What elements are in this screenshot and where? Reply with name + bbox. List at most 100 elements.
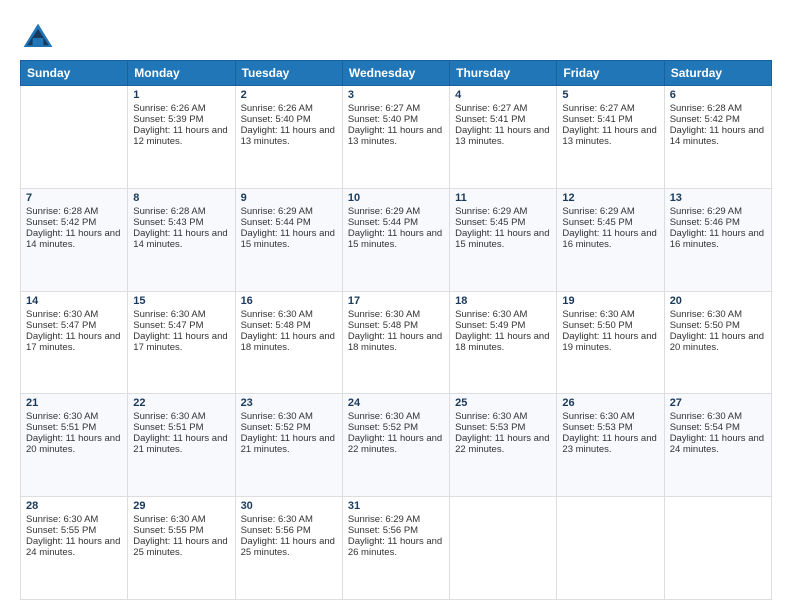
daylight-text: Daylight: 11 hours and 15 minutes. bbox=[348, 228, 444, 250]
sunset-text: Sunset: 5:44 PM bbox=[348, 217, 444, 228]
day-number: 22 bbox=[133, 397, 229, 409]
day-number: 26 bbox=[562, 397, 658, 409]
daylight-text: Daylight: 11 hours and 13 minutes. bbox=[241, 125, 337, 147]
sunrise-text: Sunrise: 6:28 AM bbox=[26, 206, 122, 217]
daylight-text: Daylight: 11 hours and 18 minutes. bbox=[455, 331, 551, 353]
daylight-text: Daylight: 11 hours and 21 minutes. bbox=[133, 433, 229, 455]
day-number: 6 bbox=[670, 89, 766, 101]
daylight-text: Daylight: 11 hours and 13 minutes. bbox=[562, 125, 658, 147]
calendar-day-cell: 10Sunrise: 6:29 AMSunset: 5:44 PMDayligh… bbox=[342, 188, 449, 291]
daylight-text: Daylight: 11 hours and 13 minutes. bbox=[455, 125, 551, 147]
day-number: 5 bbox=[562, 89, 658, 101]
calendar-day-cell: 1Sunrise: 6:26 AMSunset: 5:39 PMDaylight… bbox=[128, 86, 235, 189]
calendar-day-cell: 17Sunrise: 6:30 AMSunset: 5:48 PMDayligh… bbox=[342, 291, 449, 394]
sunrise-text: Sunrise: 6:30 AM bbox=[241, 309, 337, 320]
calendar-day-cell: 31Sunrise: 6:29 AMSunset: 5:56 PMDayligh… bbox=[342, 497, 449, 600]
calendar-day-cell: 23Sunrise: 6:30 AMSunset: 5:52 PMDayligh… bbox=[235, 394, 342, 497]
calendar-day-cell: 6Sunrise: 6:28 AMSunset: 5:42 PMDaylight… bbox=[664, 86, 771, 189]
day-number: 27 bbox=[670, 397, 766, 409]
sunrise-text: Sunrise: 6:29 AM bbox=[348, 514, 444, 525]
sunset-text: Sunset: 5:48 PM bbox=[348, 320, 444, 331]
daylight-text: Daylight: 11 hours and 23 minutes. bbox=[562, 433, 658, 455]
weekday-header-cell: Friday bbox=[557, 61, 664, 86]
day-number: 16 bbox=[241, 295, 337, 307]
calendar-day-cell bbox=[450, 497, 557, 600]
weekday-header-cell: Sunday bbox=[21, 61, 128, 86]
calendar-week-row: 14Sunrise: 6:30 AMSunset: 5:47 PMDayligh… bbox=[21, 291, 772, 394]
sunset-text: Sunset: 5:53 PM bbox=[455, 422, 551, 433]
calendar-day-cell: 14Sunrise: 6:30 AMSunset: 5:47 PMDayligh… bbox=[21, 291, 128, 394]
calendar-day-cell: 24Sunrise: 6:30 AMSunset: 5:52 PMDayligh… bbox=[342, 394, 449, 497]
sunrise-text: Sunrise: 6:30 AM bbox=[348, 411, 444, 422]
calendar-day-cell: 11Sunrise: 6:29 AMSunset: 5:45 PMDayligh… bbox=[450, 188, 557, 291]
day-number: 15 bbox=[133, 295, 229, 307]
sunrise-text: Sunrise: 6:30 AM bbox=[26, 514, 122, 525]
sunset-text: Sunset: 5:56 PM bbox=[241, 525, 337, 536]
sunset-text: Sunset: 5:42 PM bbox=[670, 114, 766, 125]
sunrise-text: Sunrise: 6:30 AM bbox=[26, 309, 122, 320]
sunrise-text: Sunrise: 6:30 AM bbox=[133, 411, 229, 422]
sunrise-text: Sunrise: 6:30 AM bbox=[133, 514, 229, 525]
header bbox=[20, 16, 772, 56]
day-number: 11 bbox=[455, 192, 551, 204]
sunset-text: Sunset: 5:40 PM bbox=[348, 114, 444, 125]
sunset-text: Sunset: 5:43 PM bbox=[133, 217, 229, 228]
sunset-text: Sunset: 5:41 PM bbox=[455, 114, 551, 125]
day-number: 19 bbox=[562, 295, 658, 307]
sunrise-text: Sunrise: 6:28 AM bbox=[133, 206, 229, 217]
sunset-text: Sunset: 5:51 PM bbox=[133, 422, 229, 433]
calendar-day-cell: 2Sunrise: 6:26 AMSunset: 5:40 PMDaylight… bbox=[235, 86, 342, 189]
day-number: 18 bbox=[455, 295, 551, 307]
daylight-text: Daylight: 11 hours and 20 minutes. bbox=[670, 331, 766, 353]
sunset-text: Sunset: 5:56 PM bbox=[348, 525, 444, 536]
sunrise-text: Sunrise: 6:27 AM bbox=[348, 103, 444, 114]
calendar-day-cell: 29Sunrise: 6:30 AMSunset: 5:55 PMDayligh… bbox=[128, 497, 235, 600]
sunrise-text: Sunrise: 6:30 AM bbox=[670, 309, 766, 320]
sunrise-text: Sunrise: 6:27 AM bbox=[455, 103, 551, 114]
calendar-day-cell: 20Sunrise: 6:30 AMSunset: 5:50 PMDayligh… bbox=[664, 291, 771, 394]
calendar-day-cell: 7Sunrise: 6:28 AMSunset: 5:42 PMDaylight… bbox=[21, 188, 128, 291]
calendar-week-row: 1Sunrise: 6:26 AMSunset: 5:39 PMDaylight… bbox=[21, 86, 772, 189]
sunset-text: Sunset: 5:52 PM bbox=[348, 422, 444, 433]
sunrise-text: Sunrise: 6:29 AM bbox=[455, 206, 551, 217]
daylight-text: Daylight: 11 hours and 22 minutes. bbox=[455, 433, 551, 455]
weekday-header-cell: Saturday bbox=[664, 61, 771, 86]
day-number: 17 bbox=[348, 295, 444, 307]
weekday-header-cell: Monday bbox=[128, 61, 235, 86]
sunrise-text: Sunrise: 6:30 AM bbox=[670, 411, 766, 422]
day-number: 23 bbox=[241, 397, 337, 409]
daylight-text: Daylight: 11 hours and 24 minutes. bbox=[670, 433, 766, 455]
calendar-day-cell: 19Sunrise: 6:30 AMSunset: 5:50 PMDayligh… bbox=[557, 291, 664, 394]
daylight-text: Daylight: 11 hours and 14 minutes. bbox=[670, 125, 766, 147]
sunset-text: Sunset: 5:52 PM bbox=[241, 422, 337, 433]
daylight-text: Daylight: 11 hours and 18 minutes. bbox=[348, 331, 444, 353]
sunrise-text: Sunrise: 6:29 AM bbox=[562, 206, 658, 217]
day-number: 29 bbox=[133, 500, 229, 512]
day-number: 24 bbox=[348, 397, 444, 409]
calendar-day-cell: 28Sunrise: 6:30 AMSunset: 5:55 PMDayligh… bbox=[21, 497, 128, 600]
calendar-day-cell: 25Sunrise: 6:30 AMSunset: 5:53 PMDayligh… bbox=[450, 394, 557, 497]
weekday-header-row: SundayMondayTuesdayWednesdayThursdayFrid… bbox=[21, 61, 772, 86]
sunrise-text: Sunrise: 6:30 AM bbox=[562, 309, 658, 320]
logo bbox=[20, 20, 60, 56]
sunrise-text: Sunrise: 6:29 AM bbox=[241, 206, 337, 217]
sunrise-text: Sunrise: 6:30 AM bbox=[241, 514, 337, 525]
day-number: 28 bbox=[26, 500, 122, 512]
day-number: 30 bbox=[241, 500, 337, 512]
calendar-table: SundayMondayTuesdayWednesdayThursdayFrid… bbox=[20, 60, 772, 600]
daylight-text: Daylight: 11 hours and 12 minutes. bbox=[133, 125, 229, 147]
sunset-text: Sunset: 5:44 PM bbox=[241, 217, 337, 228]
logo-icon bbox=[20, 20, 56, 56]
calendar-day-cell: 13Sunrise: 6:29 AMSunset: 5:46 PMDayligh… bbox=[664, 188, 771, 291]
day-number: 14 bbox=[26, 295, 122, 307]
sunset-text: Sunset: 5:55 PM bbox=[133, 525, 229, 536]
sunset-text: Sunset: 5:50 PM bbox=[670, 320, 766, 331]
day-number: 4 bbox=[455, 89, 551, 101]
daylight-text: Daylight: 11 hours and 18 minutes. bbox=[241, 331, 337, 353]
sunset-text: Sunset: 5:42 PM bbox=[26, 217, 122, 228]
sunrise-text: Sunrise: 6:30 AM bbox=[562, 411, 658, 422]
calendar-week-row: 21Sunrise: 6:30 AMSunset: 5:51 PMDayligh… bbox=[21, 394, 772, 497]
daylight-text: Daylight: 11 hours and 14 minutes. bbox=[133, 228, 229, 250]
calendar-week-row: 28Sunrise: 6:30 AMSunset: 5:55 PMDayligh… bbox=[21, 497, 772, 600]
calendar-day-cell bbox=[557, 497, 664, 600]
